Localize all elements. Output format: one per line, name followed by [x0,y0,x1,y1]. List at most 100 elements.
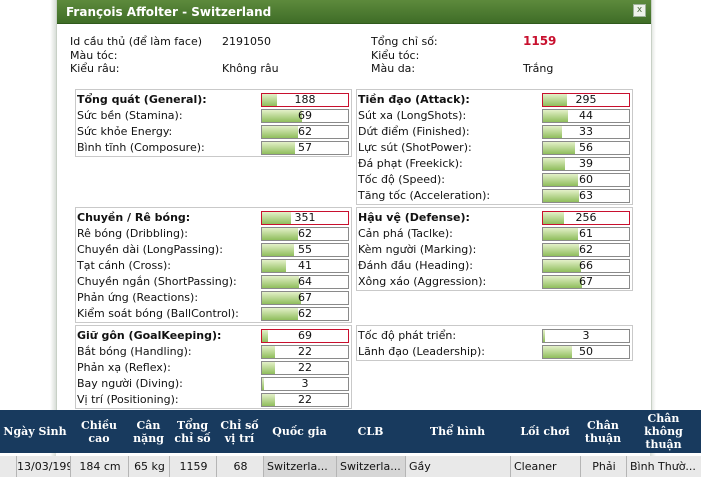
stat-value: 67 [298,291,312,304]
stat-value: 67 [579,275,593,288]
stat-value: 50 [579,345,593,358]
defense-stat-row: Cản phá (Taclke): 61 [358,226,631,242]
stat-label: Giữ gôn (GoalKeeping): [77,329,222,342]
hair-color-label: Màu tóc: [70,49,118,62]
general-stat-row: Sức khỏe Energy: 62 [77,124,350,140]
stat-label: Dứt điểm (Finished): [358,125,470,138]
column-header[interactable]: Quốc gia [263,410,336,453]
attack-stat-row: Sút xa (LongShots): 44 [358,108,631,124]
stat-bar: 60 [542,173,630,187]
stat-label: Chuyền ngắn (ShortPassing): [77,275,237,288]
growth-leadership-group: Tốc độ phát triển: 3 Lãnh đạo (Leadership)… [356,325,633,361]
column-header[interactable]: Lối chơi [510,410,580,453]
stat-bar: 22 [261,393,349,407]
stat-value: 22 [298,345,312,358]
goalkeeping-stat-row: Phản xạ (Reflex): 22 [77,360,350,376]
goalkeeping-stat-row: Giữ gôn (GoalKeeping): 69 [77,328,350,344]
stat-label: Sức bền (Stamina): [77,109,183,122]
stat-bar: 61 [542,227,630,241]
general-stat-row: Tổng quát (General): 188 [77,92,350,108]
column-header[interactable]: Chiều cao [70,410,128,453]
stat-label: Phản ứng (Reactions): [77,291,199,304]
stat-bar: 57 [261,141,349,155]
general-stats-group: Tổng quát (General): 188 Sức bền (Stamina)… [75,89,352,157]
stat-bar: 39 [542,157,630,171]
stat-label: Tăng tốc (Acceleration): [358,189,491,202]
attack-stats-group: Tiền đạo (Attack): 295 Sút xa (LongShots):… [356,89,633,205]
stat-bar: 22 [261,345,349,359]
growth-stat-row: Lãnh đạo (Leadership): 50 [358,344,631,360]
general-stat-row: Sức bền (Stamina): 69 [77,108,350,124]
column-header[interactable]: Chỉ số vị trí [216,410,263,453]
stat-label: Phản xạ (Reflex): [77,361,171,374]
table-cell: 1159 [169,456,217,477]
stat-label: Chuyền / Rê bóng: [77,211,191,224]
defense-stat-row: Kèm người (Marking): 62 [358,242,631,258]
skin-color-label: Màu da: [371,62,416,75]
stat-label: Đánh đầu (Heading): [358,259,473,272]
stat-value: 351 [294,211,316,224]
table-row[interactable]: 13/03/1991184 cm65 kg115968Switzerla...S… [0,456,701,477]
stat-label: Sút xa (LongShots): [358,109,467,122]
stat-bar: 69 [261,329,349,343]
stat-label: Cản phá (Taclke): [358,227,453,240]
passing-stat-row: Chuyền ngắn (ShortPassing): 64 [77,274,350,290]
column-header[interactable]: Chân không thuận [626,410,701,453]
beard-label: Kiểu râu: [70,62,120,75]
table-cell: 184 cm [70,456,129,477]
stat-value: 69 [298,329,312,342]
attack-stat-row: Lực sút (ShotPower): 56 [358,140,631,156]
stat-label: Tổng quát (General): [77,93,207,106]
stat-label: Tạt cánh (Cross): [77,259,171,272]
stat-value: 22 [298,361,312,374]
column-header[interactable]: CLB [336,410,405,453]
close-button[interactable]: x [633,4,646,17]
goalkeeping-stats-group: Giữ gôn (GoalKeeping): 69 Bắt bóng (Handli… [75,325,352,409]
attack-stat-row: Tốc độ (Speed): 60 [358,172,631,188]
stat-label: Kiểm soát bóng (BallControl): [77,307,239,320]
general-stat-row: Bình tĩnh (Composure): 57 [77,140,350,156]
table-cell: Cleaner [510,456,580,477]
stat-bar: 44 [542,109,630,123]
stat-bar: 188 [261,93,349,107]
column-header[interactable]: Tổng chỉ số [169,410,216,453]
stat-value: 295 [575,93,597,106]
stat-value: 188 [294,93,316,106]
player-table-header: Ngày Sinh Chiều cao Cân nặng Tổng chỉ số Chỉ… [0,410,701,453]
table-cell: Bình Thườ... [626,456,701,477]
table-cell: Gầy [405,456,510,477]
table-cell: Switzerla... [336,456,405,477]
stat-bar: 41 [261,259,349,273]
dialog-title-bar[interactable]: François Affolter - Switzerland x [57,0,651,24]
column-header[interactable]: Chân thuận [580,410,626,453]
stat-bar: 67 [261,291,349,305]
stat-value: 63 [579,189,593,202]
stat-value: 61 [579,227,593,240]
stat-bar: 69 [261,109,349,123]
attack-stat-row: Đá phạt (Freekick): 39 [358,156,631,172]
stat-bar: 62 [261,307,349,321]
stat-value: 62 [298,227,312,240]
passing-stat-row: Chuyền dài (LongPassing): 55 [77,242,350,258]
stat-value: 33 [579,125,593,138]
hairstyle-label: Kiểu tóc: [371,49,420,62]
passing-stat-row: Chuyền / Rê bóng: 351 [77,210,350,226]
stat-bar: 62 [261,125,349,139]
stat-label: Lực sút (ShotPower): [358,141,472,154]
goalkeeping-stat-row: Bắt bóng (Handling): 22 [77,344,350,360]
stat-bar: 351 [261,211,349,225]
defense-stat-row: Xông xáo (Aggression): 67 [358,274,631,290]
stat-value: 56 [579,141,593,154]
dialog-title: François Affolter - Switzerland [66,5,272,19]
defense-stat-row: Hậu vệ (Defense): 256 [358,210,631,226]
skin-color-value: Trắng [523,62,554,75]
column-header[interactable]: Thể hình [405,410,510,453]
player-id-label: Id cầu thủ (để làm face) [70,35,202,48]
table-cell: 65 kg [128,456,170,477]
stat-bar: 67 [542,275,630,289]
column-header[interactable]: Cân nặng [128,410,169,453]
stat-label: Chuyền dài (LongPassing): [77,243,223,256]
stat-value: 3 [582,329,590,342]
column-header[interactable]: Ngày Sinh [0,410,70,453]
table-cell: 68 [216,456,264,477]
